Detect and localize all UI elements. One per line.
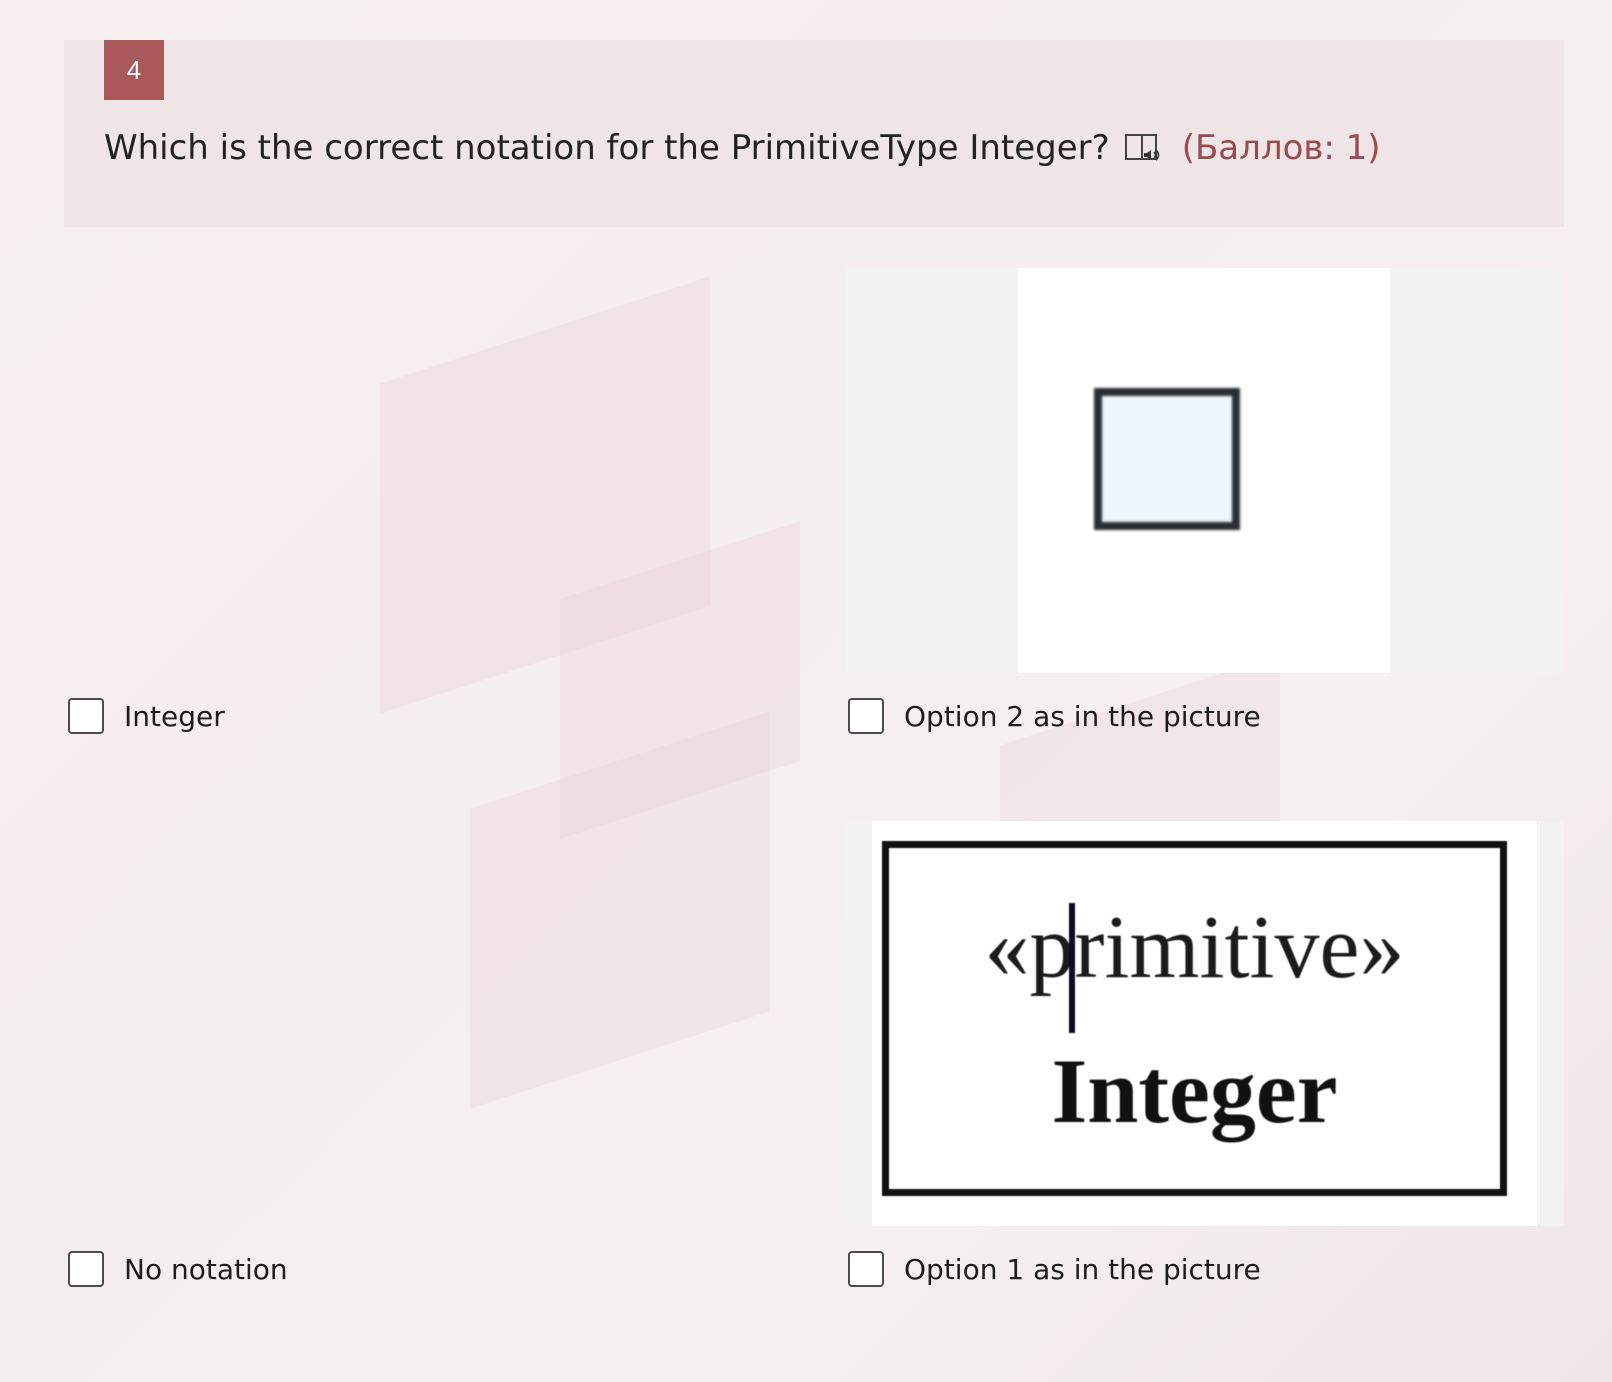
- image-canvas: [1018, 268, 1390, 673]
- question-text-row: Which is the correct notation for the Pr…: [104, 128, 1381, 168]
- uml-type-name: Integer: [1051, 1040, 1338, 1142]
- square-shape-image: [1094, 388, 1240, 530]
- background-decoration: [470, 711, 770, 1109]
- text-cursor: [1069, 903, 1075, 1033]
- uml-stereotype: «primitive»: [984, 898, 1405, 997]
- question-number-badge: 4: [104, 40, 164, 100]
- image-canvas: «primitive» Integer: [872, 821, 1537, 1226]
- audio-read-icon[interactable]: [1124, 131, 1162, 165]
- option-image-primitive-integer: «primitive» Integer: [846, 821, 1564, 1226]
- option-label: Option 1 as in the picture: [904, 1252, 1261, 1286]
- option-integer[interactable]: Integer: [68, 698, 225, 734]
- option-1-picture[interactable]: Option 1 as in the picture: [848, 1251, 1261, 1287]
- option-image-empty-square: [846, 268, 1564, 673]
- option-checkbox[interactable]: [848, 698, 884, 734]
- option-label: Integer: [124, 699, 225, 733]
- option-2-picture[interactable]: Option 2 as in the picture: [848, 698, 1261, 734]
- option-checkbox[interactable]: [68, 698, 104, 734]
- option-checkbox[interactable]: [68, 1251, 104, 1287]
- option-no-notation[interactable]: No notation: [68, 1251, 288, 1287]
- uml-primitive-box: «primitive» Integer: [882, 841, 1507, 1196]
- question-text: Which is the correct notation for the Pr…: [104, 128, 1110, 168]
- option-label: Option 2 as in the picture: [904, 699, 1261, 733]
- question-header: 4 Which is the correct notation for the …: [64, 40, 1564, 227]
- option-label: No notation: [124, 1252, 288, 1286]
- option-checkbox[interactable]: [848, 1251, 884, 1287]
- question-score: (Баллов: 1): [1181, 128, 1381, 168]
